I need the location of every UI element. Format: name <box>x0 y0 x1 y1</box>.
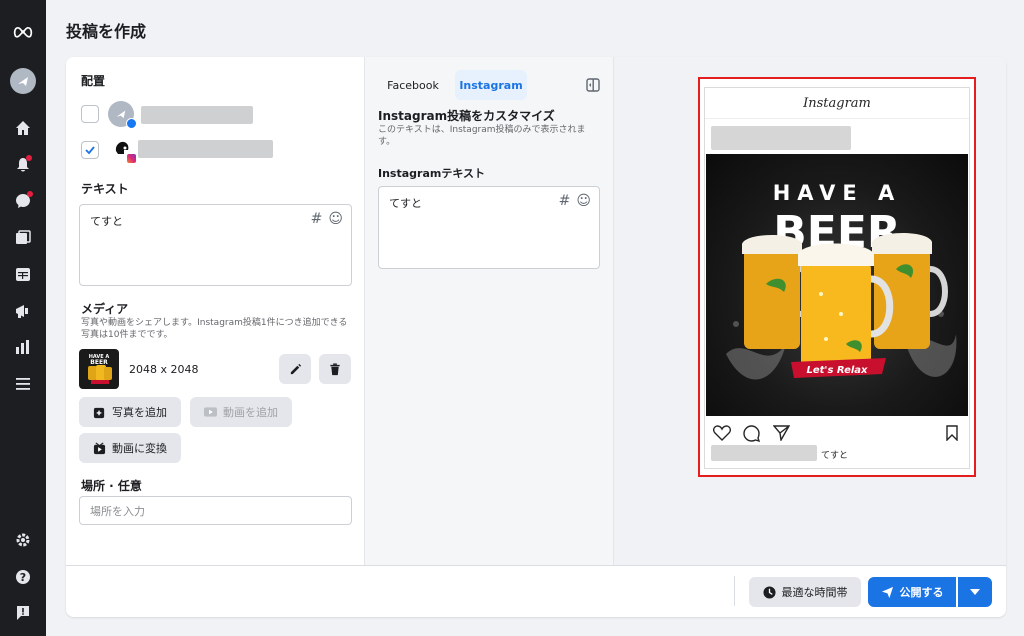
instagram-placement-checkbox[interactable] <box>81 141 99 159</box>
insights-icon[interactable] <box>13 337 33 357</box>
convert-to-video-button[interactable]: 動画に変換 <box>79 433 181 463</box>
instagram-badge-icon <box>126 153 137 164</box>
emoji-icon[interactable]: ☺ <box>576 193 591 209</box>
share-icon[interactable] <box>772 425 791 445</box>
post-text-field[interactable]: てすと # ☺ <box>79 204 352 286</box>
video-icon <box>204 407 217 417</box>
header-divider <box>705 118 969 119</box>
customize-title: Instagram投稿をカスタマイズ <box>378 109 555 123</box>
publish-button[interactable]: 公開する <box>868 577 956 607</box>
posts-icon[interactable] <box>13 228 33 248</box>
media-dimensions: 2048 x 2048 <box>129 363 199 376</box>
text-label: テキスト <box>81 182 129 196</box>
best-time-button[interactable]: 最適な時間帯 <box>749 577 861 607</box>
add-video-button[interactable]: 動画を追加 <box>190 397 292 427</box>
post-image: HAVE A BEER Let's Relax <box>706 154 968 416</box>
post-text-value: てすと <box>90 215 123 228</box>
left-navigation: ? <box>0 0 46 636</box>
menu-icon[interactable] <box>13 374 33 394</box>
placement-label: 配置 <box>81 74 106 88</box>
hashtag-icon[interactable]: # <box>559 193 571 209</box>
caption-text: てすと <box>821 451 849 461</box>
footer-bar: 最適な時間帯 公開する <box>66 565 1006 617</box>
publish-options-dropdown[interactable] <box>958 577 992 607</box>
instagram-text-label: Instagramテキスト <box>378 167 486 180</box>
emoji-icon[interactable]: ☺ <box>328 211 343 227</box>
account-name-redacted <box>711 126 851 150</box>
chevron-down-icon <box>970 589 980 595</box>
location-label: 場所 · 任意 <box>81 479 142 493</box>
tab-facebook[interactable]: Facebook <box>377 70 449 100</box>
svg-text:BEER: BEER <box>90 359 108 366</box>
instagram-post-preview: Instagram HAVE A BEER Let's Relax てすと <box>704 87 970 469</box>
instagram-text-value: てすと <box>389 197 422 210</box>
settings-icon[interactable] <box>13 530 33 550</box>
help-icon[interactable]: ? <box>13 567 33 587</box>
facebook-badge-icon <box>126 118 137 129</box>
create-post-card: 配置 テキスト てすと # ☺ メディア 写真や動画をシェアします。Instag… <box>66 57 1006 617</box>
trash-icon <box>330 362 340 375</box>
tab-instagram[interactable]: Instagram <box>455 70 527 100</box>
caption-username-redacted <box>711 445 817 461</box>
clock-icon <box>762 585 776 599</box>
instagram-text-field[interactable]: てすと # ☺ <box>378 186 600 269</box>
checkmark-icon <box>85 146 95 155</box>
media-thumbnail[interactable]: HAVE A BEER <box>79 349 119 389</box>
bookmark-icon[interactable] <box>945 425 959 445</box>
post-image-headline: HAVE A <box>773 181 902 205</box>
meta-logo-icon[interactable] <box>13 22 33 42</box>
page-title: 投稿を作成 <box>66 22 147 41</box>
send-icon <box>881 586 893 598</box>
notifications-icon[interactable] <box>13 155 33 175</box>
media-description: 写真や動画をシェアします。Instagram投稿1件につき追加できる写真は10件… <box>81 318 348 340</box>
messages-icon[interactable] <box>13 191 33 211</box>
like-icon[interactable] <box>713 425 731 445</box>
footer-divider <box>734 576 735 606</box>
post-settings-column: 配置 テキスト てすと # ☺ メディア 写真や動画をシェアします。Instag… <box>66 57 364 565</box>
pencil-icon <box>290 363 301 374</box>
delete-media-button[interactable] <box>319 354 351 384</box>
hashtag-icon[interactable]: # <box>311 211 323 227</box>
location-input[interactable]: 場所を入力 <box>79 496 352 525</box>
ribbon-text: Let's Relax <box>806 365 868 376</box>
profile-avatar[interactable] <box>10 68 36 94</box>
customize-description: このテキストは、Instagram投稿のみで表示されます。 <box>378 125 586 147</box>
instagram-account-avatar <box>110 137 137 164</box>
home-icon[interactable] <box>13 118 33 138</box>
feedback-icon[interactable] <box>13 603 33 623</box>
media-label: メディア <box>81 302 129 316</box>
svg-text:?: ? <box>20 571 26 584</box>
instagram-account-name-redacted <box>138 140 273 158</box>
add-photo-icon <box>93 407 105 418</box>
instagram-customize-column: Facebook Instagram Instagram投稿をカスタマイズ この… <box>364 57 614 565</box>
edit-media-button[interactable] <box>279 354 311 384</box>
comment-icon[interactable] <box>743 425 761 446</box>
facebook-page-avatar <box>108 101 137 129</box>
ads-icon[interactable] <box>13 301 33 321</box>
instagram-wordmark: Instagram <box>803 96 871 111</box>
calendar-icon[interactable] <box>13 264 33 284</box>
add-photo-button[interactable]: 写真を追加 <box>79 397 181 427</box>
toggle-panel-icon[interactable] <box>586 77 600 92</box>
convert-video-icon <box>93 441 106 454</box>
facebook-placement-checkbox[interactable] <box>81 105 99 123</box>
instagram-preview-highlight: Instagram HAVE A BEER Let's Relax てすと <box>698 77 976 477</box>
facebook-page-name-redacted <box>141 106 253 124</box>
